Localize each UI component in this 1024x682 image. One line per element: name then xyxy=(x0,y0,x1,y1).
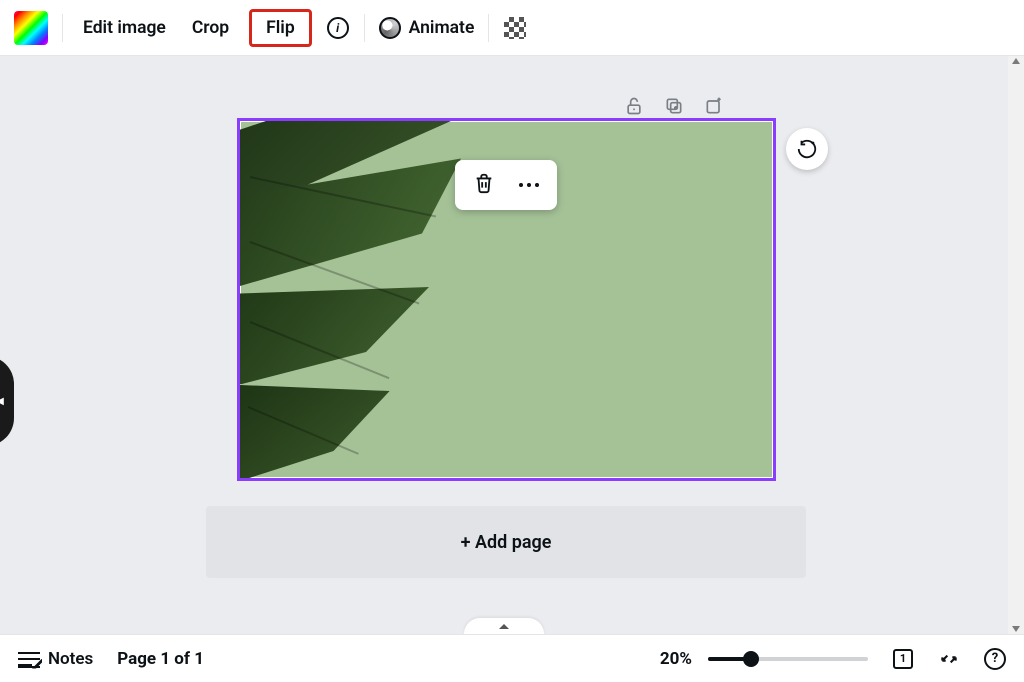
top-toolbar: Edit image Crop Flip i Animate xyxy=(0,0,1024,56)
help-icon[interactable]: ? xyxy=(984,648,1006,670)
animate-icon xyxy=(379,17,401,39)
transparency-icon[interactable] xyxy=(503,16,527,40)
page-actions-row xyxy=(624,96,724,116)
flip-button[interactable]: Flip xyxy=(249,9,312,47)
edit-image-button[interactable]: Edit image xyxy=(77,14,172,42)
notes-button[interactable]: Notes xyxy=(18,649,93,669)
regenerate-icon[interactable] xyxy=(786,128,828,170)
vertical-scrollbar[interactable] xyxy=(1008,56,1024,634)
grid-view-icon[interactable]: 1 xyxy=(892,648,914,670)
notes-label: Notes xyxy=(48,649,93,669)
color-picker-swatch[interactable] xyxy=(14,11,48,45)
add-page-icon[interactable] xyxy=(704,96,724,116)
crop-button[interactable]: Crop xyxy=(186,14,235,42)
animate-button[interactable]: Animate xyxy=(379,17,475,39)
bottom-bar: Notes Page 1 of 1 20% 1 ? xyxy=(0,634,1024,682)
info-icon[interactable]: i xyxy=(326,16,350,40)
scroll-up-icon[interactable] xyxy=(1012,58,1020,64)
fullscreen-icon[interactable] xyxy=(938,648,960,670)
unlock-icon[interactable] xyxy=(624,96,644,116)
zoom-slider[interactable] xyxy=(708,657,868,661)
floating-context-toolbar xyxy=(455,160,557,210)
collapse-bottom-handle[interactable] xyxy=(464,618,544,634)
page-indicator[interactable]: Page 1 of 1 xyxy=(117,649,204,669)
delete-icon[interactable] xyxy=(473,172,495,198)
separator xyxy=(62,14,63,42)
scroll-down-icon[interactable] xyxy=(1012,626,1020,632)
animate-label: Animate xyxy=(409,18,475,38)
duplicate-page-icon[interactable] xyxy=(664,96,684,116)
side-panel-toggle[interactable]: ◀ xyxy=(0,356,14,446)
zoom-slider-knob[interactable] xyxy=(743,651,759,667)
notes-icon xyxy=(18,650,40,668)
separator xyxy=(364,14,365,42)
zoom-percent-label[interactable]: 20% xyxy=(660,649,692,669)
zoom-controls: 20% xyxy=(660,649,868,669)
more-options-icon[interactable] xyxy=(519,183,539,187)
add-page-button[interactable]: + Add page xyxy=(206,506,806,578)
separator xyxy=(488,14,489,42)
